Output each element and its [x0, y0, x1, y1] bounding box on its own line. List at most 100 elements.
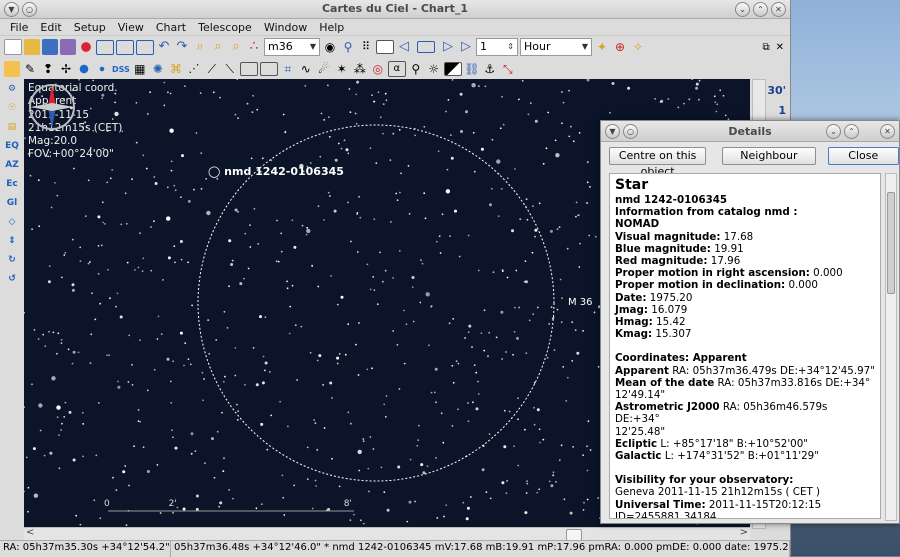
open-icon[interactable]	[24, 39, 40, 55]
menu-help[interactable]: Help	[313, 21, 350, 34]
stop-icon[interactable]	[417, 41, 435, 53]
print-icon[interactable]	[60, 39, 76, 55]
grid-list-icon[interactable]: ⠿	[358, 39, 374, 55]
gl-button[interactable]: Gl	[3, 194, 21, 212]
menu-setup[interactable]: Setup	[68, 21, 112, 34]
centre-button[interactable]: Centre on this object	[609, 147, 707, 178]
calendar-icon[interactable]	[376, 40, 394, 54]
dot-icon[interactable]	[94, 61, 110, 77]
star	[561, 122, 563, 125]
window-icon[interactable]	[116, 39, 134, 55]
step-back-icon[interactable]: ◁	[396, 39, 412, 55]
pencil-icon[interactable]: ✎	[22, 61, 38, 77]
scroll-right-icon[interactable]: >	[740, 527, 748, 538]
pin-icon[interactable]: ✢	[58, 61, 74, 77]
az-button[interactable]: AZ	[3, 156, 21, 174]
find-icon[interactable]: ⌕	[228, 39, 244, 55]
zoom-in-icon[interactable]: ⌕	[192, 39, 208, 55]
menu-file[interactable]: File	[4, 21, 34, 34]
sparkle-icon[interactable]: ✶	[334, 61, 350, 77]
minimize-icon[interactable]: ⌄	[735, 2, 750, 17]
lines-icon[interactable]: ⟋	[204, 61, 220, 77]
star	[555, 153, 560, 158]
dss-icon[interactable]: DSS	[112, 65, 130, 74]
contrast-icon[interactable]	[443, 62, 462, 76]
menu-chart[interactable]: Chart	[150, 21, 192, 34]
grid-icon[interactable]	[239, 62, 258, 76]
rotate-left-icon[interactable]: ↺	[3, 270, 21, 288]
star	[305, 233, 308, 236]
ec-button[interactable]: Ec	[3, 175, 21, 193]
notes-icon[interactable]: ▤	[3, 118, 21, 136]
save-icon[interactable]	[42, 39, 58, 55]
rotate-icon[interactable]: ⚙	[3, 80, 21, 98]
menu-view[interactable]: View	[112, 21, 150, 34]
details-scroll-thumb[interactable]	[887, 192, 895, 294]
horizontal-scrollbar[interactable]: < >	[24, 527, 750, 541]
undo-icon[interactable]: ↶	[156, 39, 172, 55]
center-icon[interactable]: ∴	[246, 39, 262, 55]
search-combo[interactable]: m36 ▼	[264, 38, 320, 56]
binoculars-icon[interactable]: ◉	[322, 39, 338, 55]
step-forward-icon[interactable]: ▷	[440, 39, 456, 55]
milky-way-icon[interactable]: ☄	[316, 61, 332, 77]
anchor-icon[interactable]: ⚓	[482, 61, 498, 77]
eq-button[interactable]: EQ	[3, 137, 21, 155]
observer-icon[interactable]: ⚲	[340, 39, 356, 55]
scroll-left-icon[interactable]: <	[26, 527, 34, 538]
menu-edit[interactable]: Edit	[34, 21, 67, 34]
step-stepper[interactable]: 1 ⇕	[476, 38, 518, 56]
fov-30-button[interactable]: 30'	[767, 84, 786, 97]
flip-vertical-icon[interactable]: ⇕	[3, 232, 21, 250]
ecliptic-icon[interactable]: ∿	[298, 61, 314, 77]
close-icon[interactable]: ✕	[771, 2, 786, 17]
object-type: Star	[615, 177, 649, 193]
fast-forward-icon[interactable]: ▷	[458, 39, 474, 55]
close-chart-icon[interactable]: ✕	[776, 42, 784, 53]
dialog-close-icon[interactable]: ✕	[880, 124, 895, 139]
star-label-icon[interactable]: ⁂	[352, 61, 368, 77]
time-unit-select[interactable]: Hour ▼	[520, 38, 592, 56]
zoom-out-icon[interactable]: ⌕	[210, 39, 226, 55]
close-button[interactable]: Close	[827, 147, 899, 165]
flip-horizontal-icon[interactable]: ◇	[3, 213, 21, 231]
eq-grid-icon[interactable]	[259, 62, 278, 76]
m36-label[interactable]: M 36	[568, 297, 593, 308]
globe-icon[interactable]	[76, 61, 92, 77]
measure-icon[interactable]: ⤡	[500, 61, 516, 77]
restore-icon[interactable]: ⧉	[762, 42, 769, 53]
menu-telescope[interactable]: Telescope	[192, 21, 258, 34]
spiral-icon[interactable]: ✺	[150, 61, 166, 77]
star-filter-icon[interactable]	[4, 61, 20, 77]
neighbour-button[interactable]: Neighbour	[722, 147, 816, 165]
dialog-minimize-icon[interactable]: ⌄	[826, 124, 841, 139]
details-scrollbar[interactable]	[885, 173, 897, 521]
config-icon[interactable]	[78, 39, 94, 55]
redo-icon[interactable]: ↷	[174, 39, 190, 55]
rotate-right-icon[interactable]: ↻	[3, 251, 21, 269]
fov-1-button[interactable]: 1	[778, 104, 786, 117]
bulb-icon[interactable]: ❢	[40, 61, 56, 77]
star	[488, 433, 491, 435]
constellation-icon[interactable]: ⋰	[186, 61, 202, 77]
new-chart-icon[interactable]	[4, 39, 22, 55]
circle-target-icon[interactable]: ◎	[370, 61, 386, 77]
alpha-icon[interactable]: α	[387, 61, 406, 77]
sync-icon[interactable]: ✧	[630, 39, 646, 55]
moon-icon[interactable]: ☼	[426, 61, 442, 77]
copy-icon[interactable]	[96, 39, 114, 55]
telescope-icon[interactable]: ✦	[594, 39, 610, 55]
maximize-icon[interactable]: ⌃	[753, 2, 768, 17]
menu-window[interactable]: Window	[258, 21, 313, 34]
link-icon[interactable]: ⛓	[464, 61, 480, 77]
image-icon[interactable]: ▦	[132, 61, 148, 77]
dialog-maximize-icon[interactable]: ⌃	[844, 124, 859, 139]
label-icon[interactable]: ⚲	[408, 61, 424, 77]
target-icon[interactable]: ⊕	[612, 39, 628, 55]
compass-grid-icon[interactable]: ⌗	[280, 61, 296, 77]
lock-icon[interactable]: ☉	[3, 99, 21, 117]
tile-icon[interactable]	[136, 39, 154, 55]
tag-icon[interactable]: ⌘	[168, 61, 184, 77]
selected-star-label[interactable]: ◯ nmd 1242-0106345	[208, 165, 344, 178]
boundary-icon[interactable]: ⟍	[222, 61, 238, 77]
